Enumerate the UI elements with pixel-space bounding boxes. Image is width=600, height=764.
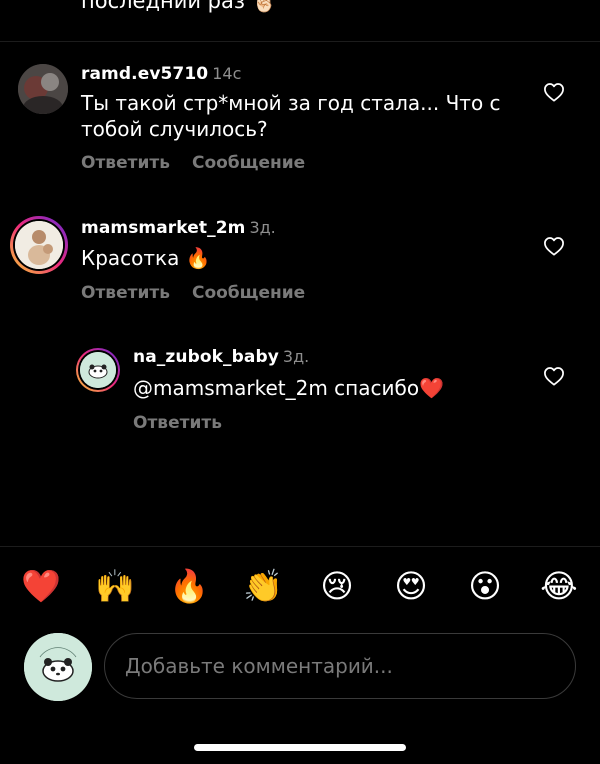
my-avatar: [24, 633, 92, 701]
panda-logo-icon: [24, 633, 92, 701]
emoji-fire-button[interactable]: 🔥: [167, 566, 211, 606]
comment-time: 3д.: [249, 218, 276, 237]
comment-time: 14с: [212, 64, 242, 83]
comment-text: Ты такой стр*мной за год стала... Что с …: [81, 91, 501, 141]
home-indicator[interactable]: [194, 744, 406, 751]
reply-button[interactable]: Ответить: [81, 283, 170, 303]
reply-button[interactable]: Ответить: [81, 153, 170, 173]
comment-meta: na_zubok_baby 3д.: [133, 347, 309, 367]
comment-actions: Ответить Сообщение: [81, 283, 327, 303]
emoji-clap-button[interactable]: 👏: [241, 566, 285, 606]
comment-composer: [0, 630, 600, 710]
comment-input[interactable]: [104, 633, 576, 699]
like-heart-icon[interactable]: [543, 366, 565, 386]
message-button[interactable]: Сообщение: [192, 283, 305, 303]
previous-comment-text: последний раз ☝🏻: [81, 0, 278, 14]
emoji-raising-hands-button[interactable]: 🙌: [93, 566, 137, 606]
comment-text-body: Красотка: [81, 246, 180, 270]
avatar[interactable]: [18, 64, 68, 114]
avatar-photo-icon: [18, 64, 68, 114]
emoji-heart-eyes-button[interactable]: 😍: [389, 566, 433, 606]
comment-actions: Ответить Сообщение: [81, 153, 327, 173]
comment-meta: ramd.ev5710 14с: [81, 64, 241, 84]
comment-meta: mamsmarket_2m 3д.: [81, 218, 276, 238]
top-divider: [0, 41, 600, 42]
emoji-crying-button[interactable]: 😢: [315, 566, 359, 606]
emoji-quick-bar: ❤️ 🙌 🔥 👏 😢 😍 😮 😂: [0, 566, 600, 610]
comment-text: Красотка 🔥: [81, 245, 521, 271]
emoji-surprised-button[interactable]: 😮: [463, 566, 507, 606]
bottom-divider: [0, 546, 600, 547]
like-heart-icon[interactable]: [543, 236, 565, 256]
comment-username[interactable]: na_zubok_baby: [133, 347, 279, 367]
story-ring[interactable]: [76, 348, 120, 392]
fire-emoji: 🔥: [185, 246, 211, 270]
red-heart-emoji: ❤️: [419, 376, 444, 400]
emoji-heart-button[interactable]: ❤️: [19, 566, 63, 606]
comment-username[interactable]: ramd.ev5710: [81, 64, 208, 84]
comment-time: 3д.: [282, 347, 310, 366]
avatar-photo-icon: [15, 221, 63, 269]
story-ring[interactable]: [10, 216, 68, 274]
panda-logo-icon: [80, 352, 116, 388]
message-button[interactable]: Сообщение: [192, 153, 305, 173]
reply-button[interactable]: Ответить: [133, 413, 222, 433]
comment-text-body: @mamsmarket_2m спасибо: [133, 376, 420, 400]
comment-actions: Ответить: [133, 413, 244, 433]
comment-username[interactable]: mamsmarket_2m: [81, 218, 245, 238]
like-heart-icon[interactable]: [543, 82, 565, 102]
comment-text: @mamsmarket_2m спасибо❤️: [133, 375, 533, 401]
previous-comment-tail: последний раз: [81, 0, 246, 13]
emoji-laughing-button[interactable]: 😂: [537, 566, 581, 606]
pointing-up-emoji: ☝🏻: [251, 0, 278, 13]
